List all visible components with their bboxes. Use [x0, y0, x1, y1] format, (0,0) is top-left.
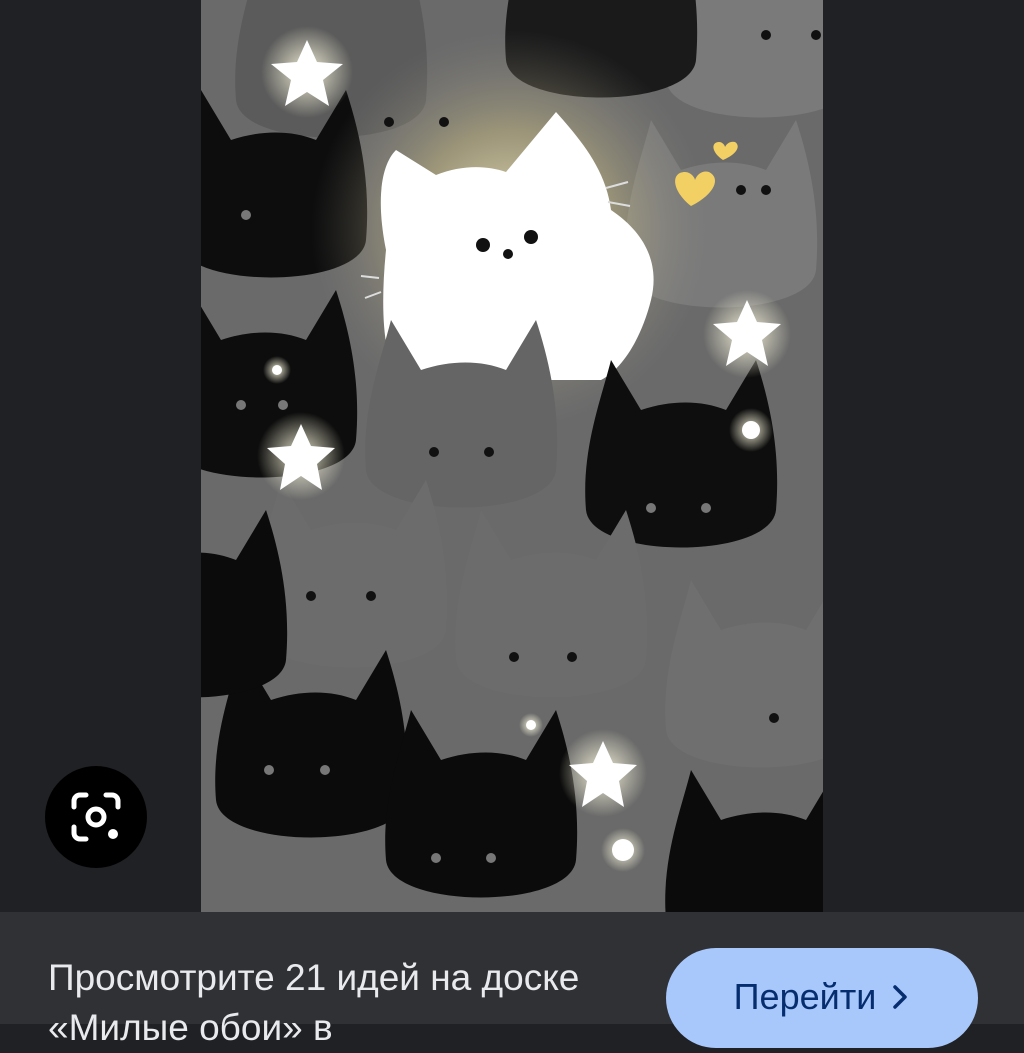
google-lens-button[interactable]: [45, 766, 147, 868]
google-lens-icon: [71, 792, 121, 842]
board-caption: Просмотрите 21 идей на доске «Милые обои…: [48, 957, 580, 1048]
image-viewer: [0, 0, 1024, 912]
wallpaper-image[interactable]: [201, 0, 823, 912]
go-button-label: Перейти: [733, 976, 877, 1017]
go-button[interactable]: Перейти: [666, 948, 978, 1048]
chevron-right-icon: [890, 984, 910, 1010]
